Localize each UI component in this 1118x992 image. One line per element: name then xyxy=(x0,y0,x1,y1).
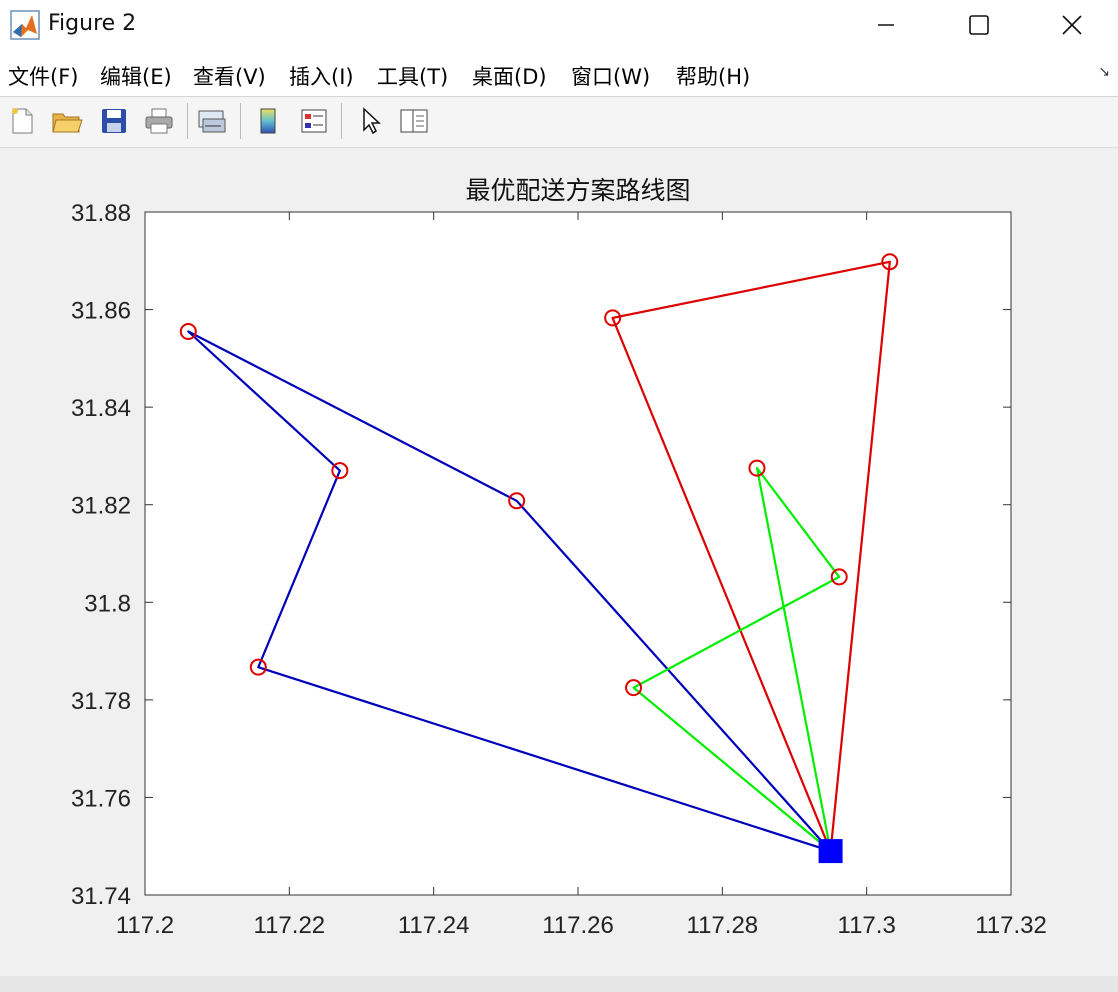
x-tick-label: 117.28 xyxy=(687,912,759,939)
chart-title: 最优配送方案路线图 xyxy=(465,176,690,205)
x-tick-label: 117.2 xyxy=(116,912,174,939)
plot-svg: 最优配送方案路线图 117.2 117.22 117.24 117.26 117.28 1… xyxy=(71,176,1047,939)
x-tick-label: 117.32 xyxy=(975,912,1047,939)
x-tick-label: 117.26 xyxy=(542,912,614,939)
depot-marker xyxy=(818,839,843,864)
y-tick-label: 31.78 xyxy=(71,688,131,715)
x-tick-label: 117.22 xyxy=(254,912,326,939)
x-tick-label: 117.3 xyxy=(838,912,896,939)
y-tick-label: 31.82 xyxy=(71,493,131,520)
y-tick-label: 31.86 xyxy=(71,298,131,325)
y-tick-label: 31.84 xyxy=(71,395,131,422)
y-tick-label: 31.74 xyxy=(71,883,131,910)
y-tick-label: 31.8 xyxy=(84,590,131,617)
x-tick-label: 117.24 xyxy=(398,912,470,939)
axes-box xyxy=(144,211,1012,896)
y-tick-label: 31.88 xyxy=(71,200,131,227)
status-strip xyxy=(0,976,1118,992)
y-tick-label: 31.76 xyxy=(71,785,131,812)
